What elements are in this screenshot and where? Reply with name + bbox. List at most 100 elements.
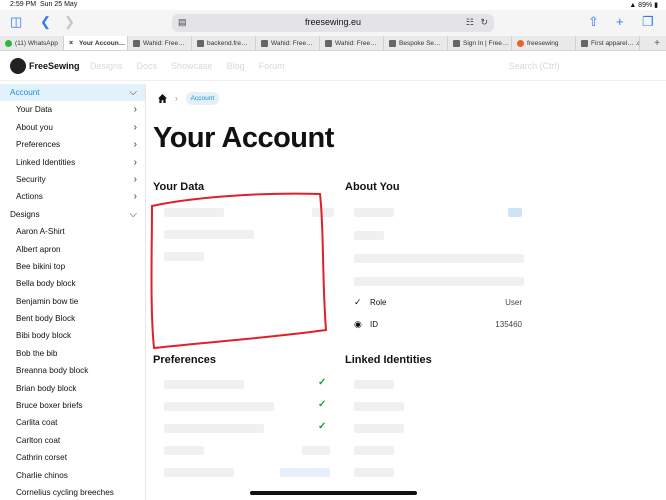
- blurred-row: [280, 468, 330, 477]
- sidebar-item-brian-body-block[interactable]: Brian body block: [0, 380, 145, 397]
- check-icon: ✓: [318, 399, 327, 410]
- breadcrumb-current: Account: [185, 92, 220, 105]
- sidebar-item-actions[interactable]: Actions ›: [0, 188, 145, 205]
- nav-item-blurred[interactable]: Docs: [137, 61, 158, 71]
- role-label: Role: [370, 298, 387, 307]
- favicon-icon: [261, 40, 268, 47]
- sidebar-item-label: Cornelius cycling breeches: [16, 487, 114, 497]
- status-bar: 2:59 PM Sun 25 May ▲ 89% ▮: [0, 0, 666, 10]
- tab-title: backend.fre…: [207, 40, 248, 47]
- blurred-row: [164, 380, 244, 389]
- browser-tab[interactable]: Sign In | Free…: [448, 36, 512, 50]
- sidebar-item-carlita-coat[interactable]: Carlita coat: [0, 414, 145, 431]
- sidebar-item-breanna-body-block[interactable]: Breanna body block: [0, 362, 145, 379]
- reload-icon[interactable]: ↻: [480, 17, 488, 28]
- favicon-icon: [133, 40, 140, 47]
- sidebar-item-bella-body-block[interactable]: Bella body block: [0, 275, 145, 292]
- favicon-icon: [581, 40, 588, 47]
- add-tab-icon[interactable]: +: [654, 38, 660, 49]
- sidebar-item-carlton-coat[interactable]: Carlton coat: [0, 432, 145, 449]
- sidebar-item-benjamin-bow-tie[interactable]: Benjamin bow tie: [0, 293, 145, 310]
- browser-tab[interactable]: backend.fre…: [192, 36, 256, 50]
- sidebar-item-bibi-body-block[interactable]: Bibi body block: [0, 327, 145, 344]
- nav-item-blurred[interactable]: Blog: [227, 61, 245, 71]
- blurred-row: [354, 208, 394, 217]
- blurred-row: [164, 446, 204, 455]
- browser-tab[interactable]: Wahid: Free…: [128, 36, 192, 50]
- nav-item-blurred[interactable]: Showcase: [171, 61, 213, 71]
- sidebar-item-bee-bikini-top[interactable]: Bee bikini top: [0, 258, 145, 275]
- share-icon[interactable]: ⇧: [588, 15, 599, 29]
- about-you-heading: About You: [345, 181, 400, 193]
- tab-overview-icon[interactable]: ❐: [642, 15, 654, 29]
- close-tab-icon[interactable]: ×: [69, 40, 76, 47]
- home-icon[interactable]: [158, 94, 167, 103]
- sidebar-item-label: Designs: [10, 209, 40, 219]
- sidebar-item-bob-the-bib[interactable]: Bob the bib: [0, 345, 145, 362]
- browser-tab[interactable]: Bespoke Se…: [384, 36, 448, 50]
- chevron-right-icon: ›: [133, 191, 137, 203]
- sidebar-item-albert-apron[interactable]: Albert apron: [0, 241, 145, 258]
- sidebar-toggle-icon[interactable]: ◫: [10, 15, 22, 29]
- freesewing-logo[interactable]: [10, 58, 26, 74]
- chevron-down-icon: ⌵: [129, 87, 137, 98]
- sidebar-item-label: Preferences: [16, 140, 61, 150]
- favicon-icon: [453, 40, 460, 47]
- sidebar-item-bent-body-block[interactable]: Bent body Block: [0, 310, 145, 327]
- browser-toolbar: ◫ ❮ ❯ ▤ freesewing.eu ☷ ↻ ⇧ + ❐: [0, 10, 666, 36]
- chevron-right-icon: ›: [133, 139, 137, 151]
- sidebar-item-label: Albert apron: [16, 244, 61, 254]
- new-tab-icon[interactable]: +: [616, 15, 624, 29]
- nav-item-blurred[interactable]: Designs: [90, 61, 123, 71]
- sidebar-item-designs[interactable]: Designs ⌵: [0, 206, 145, 223]
- sidebar-item-your-data[interactable]: Your Data ›: [0, 101, 145, 118]
- sidebar-item-security[interactable]: Security ›: [0, 171, 145, 188]
- sidebar-item-linked-identities[interactable]: Linked Identities ›: [0, 154, 145, 171]
- brand-name[interactable]: FreeSewing: [29, 61, 80, 71]
- sidebar-item-about-you[interactable]: About you ›: [0, 119, 145, 136]
- sidebar-item-account[interactable]: Account ⌵: [0, 84, 145, 102]
- breadcrumb: › Account: [158, 92, 220, 105]
- sidebar-item-bruce-boxer-briefs[interactable]: Bruce boxer briefs: [0, 397, 145, 414]
- tab-title: First apparel… .com: [591, 40, 640, 47]
- blurred-avatar: [508, 208, 522, 217]
- chevron-down-icon: ⌵: [129, 208, 137, 220]
- sidebar-item-label: Breanna body block: [16, 366, 89, 376]
- sidebar-item-cathrin-corset[interactable]: Cathrin corset: [0, 449, 145, 466]
- sidebar-item-label: Cathrin corset: [16, 453, 67, 463]
- forward-icon[interactable]: ❯: [64, 15, 75, 29]
- tab-title: Your Accoun…: [79, 40, 126, 47]
- sidebar-item-label: Account: [10, 88, 40, 97]
- favicon-icon: [325, 40, 332, 47]
- sidebar-item-label: Security: [16, 174, 46, 184]
- favicon-icon: [197, 40, 204, 47]
- tab-title: Wahid: Free…: [335, 40, 377, 47]
- browser-tab[interactable]: (11) WhatsApp: [0, 36, 64, 50]
- sidebar-item-preferences[interactable]: Preferences ›: [0, 136, 145, 153]
- sidebar-item-label: Aaron A-Shirt: [16, 227, 65, 237]
- address-bar[interactable]: ▤ freesewing.eu ☷ ↻: [172, 14, 494, 32]
- nav-item-blurred[interactable]: Search (Ctrl): [509, 61, 560, 71]
- browser-tab[interactable]: Wahid: Free…: [320, 36, 384, 50]
- about-id-row: ◉ ID 135460: [352, 319, 522, 333]
- sidebar-item-label: Bruce boxer briefs: [16, 401, 83, 411]
- browser-tab[interactable]: freesewing: [512, 36, 576, 50]
- blurred-row: [354, 446, 394, 455]
- blurred-row: [354, 424, 404, 433]
- translate-icon[interactable]: ☷: [466, 17, 474, 28]
- sidebar-item-aaron-a-shirt[interactable]: Aaron A-Shirt: [0, 223, 145, 240]
- browser-tab[interactable]: First apparel… .com: [576, 36, 640, 50]
- page-title: Your Account: [153, 122, 334, 154]
- favicon-icon: [5, 40, 12, 47]
- browser-tab[interactable]: × Your Accoun…: [64, 36, 128, 50]
- home-indicator[interactable]: [250, 491, 417, 495]
- nav-item-blurred[interactable]: Forum: [259, 61, 285, 71]
- sidebar-item-cornelius-cycling-breeches[interactable]: Cornelius cycling breeches: [0, 484, 145, 500]
- browser-tab[interactable]: Wahid: Free…: [256, 36, 320, 50]
- sidebar-item-label: Actions: [16, 192, 43, 202]
- tab-strip: (11) WhatsApp × Your Accoun… Wahid: Free… ba…: [0, 36, 666, 51]
- chevron-right-icon: ›: [133, 173, 137, 185]
- status-battery: ▲ 89% ▮: [629, 2, 658, 9]
- back-icon[interactable]: ❮: [40, 15, 51, 29]
- sidebar-item-charlie-chinos[interactable]: Charlie chinos: [0, 467, 145, 484]
